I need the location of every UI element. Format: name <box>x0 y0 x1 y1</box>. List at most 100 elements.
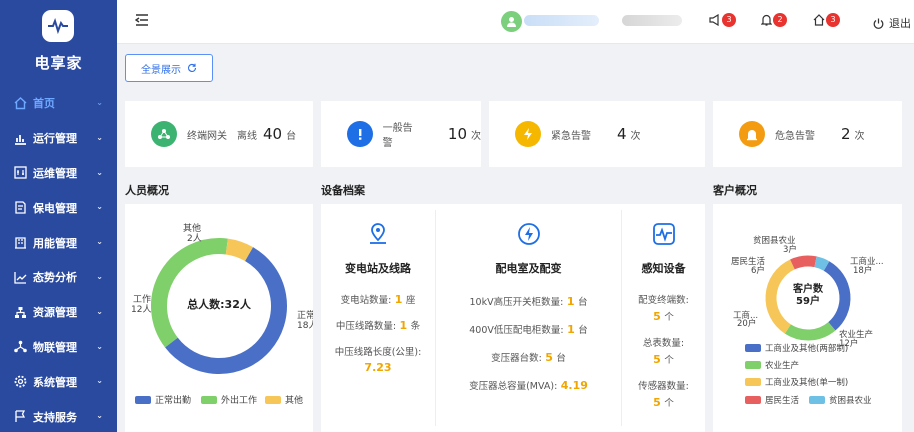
home-alert-button[interactable]: 3 <box>813 13 840 27</box>
chevron-down-icon: ⌄ <box>96 411 103 421</box>
device-row: 传感器数量: 5 个 <box>622 378 705 409</box>
home-alert-badge: 3 <box>826 13 840 27</box>
sidebar-item-label: 资源管理 <box>33 306 77 320</box>
chevron-down-icon: ⌄ <box>96 271 103 281</box>
chevron-down-icon: ⌄ <box>96 341 103 351</box>
alarm-light-icon <box>739 121 765 147</box>
sidebar-item-1[interactable]: 运行管理 ⌄ <box>0 121 117 156</box>
logout-button[interactable]: 退出 <box>873 15 911 31</box>
network-icon <box>14 340 27 353</box>
sidebar-item-3[interactable]: 保电管理 ⌄ <box>0 190 117 225</box>
device-row-label: 传感器数量: <box>638 381 689 392</box>
legend-label[interactable]: 其他 <box>285 394 303 406</box>
device-row-value: 5 <box>653 353 661 366</box>
legend-label[interactable]: 外出工作 <box>221 394 257 406</box>
legend-swatch <box>745 361 761 369</box>
legend-swatch <box>745 344 761 352</box>
gateway-icon <box>151 121 177 147</box>
sidebar-menu: 首页 ⌄ 运行管理 ⌄ 运维管理 ⌄ 保电管理 ⌄ 用能管理 ⌄ 态势分析 ⌄ 资源管理 ⌄ 物联管理 ⌄ 系统… <box>0 86 117 432</box>
distribution-title: 配电室及配变 <box>495 262 562 275</box>
personnel-slice-2[interactable] <box>225 238 253 262</box>
home-icon <box>14 96 27 110</box>
stat-card-3[interactable]: 危急告警 2 次 <box>713 101 902 167</box>
device-row: 10kV高压开关柜数量: 1 台 <box>436 294 621 308</box>
pulse-icon <box>622 222 705 248</box>
legend-label[interactable]: 农业生产 <box>765 360 799 371</box>
device-row-unit: 台 <box>578 325 588 336</box>
stat-unit: 次 <box>471 130 481 142</box>
legend-swatch <box>745 396 761 404</box>
personnel-slice-1[interactable] <box>151 238 228 348</box>
legend-swatch <box>809 396 825 404</box>
power-bolt-icon <box>436 222 621 248</box>
avatar[interactable] <box>501 11 522 32</box>
stat-card-0[interactable]: 终端网关 离线 40 台 <box>125 101 313 167</box>
device-row-unit: 个 <box>664 355 674 366</box>
device-row-unit: 台 <box>577 297 588 308</box>
substation-column: 变电站及线路 变电站数量: 1 座中压线路数量: 1 条中压线路长度(公里): 7… <box>321 204 435 432</box>
sidebar-item-label: 运维管理 <box>33 166 77 180</box>
document-icon <box>14 201 27 214</box>
sidebar-item-9[interactable]: 支持服务 ⌄ <box>0 399 117 432</box>
legend-label[interactable]: 正常出勤 <box>155 394 191 406</box>
customer-slice-4[interactable] <box>814 256 830 271</box>
chevron-down-icon: ⌄ <box>96 202 103 212</box>
device-row-value: 7.23 <box>364 361 392 374</box>
sidebar: 电享家 首页 ⌄ 运行管理 ⌄ 运维管理 ⌄ 保电管理 ⌄ 用能管理 ⌄ 态势分析 ⌄ 资源管理 ⌄ 物联管… <box>0 0 117 432</box>
username-blurred <box>524 15 599 26</box>
device-row-value: 5 <box>545 351 553 364</box>
personnel-total: 总人数:32人 <box>187 297 252 311</box>
device-row-label: 变压器总容量(MVA): <box>469 381 558 392</box>
substation-title: 变电站及线路 <box>345 262 411 275</box>
personnel-donut-chart: 总人数:32人 正常 18人 工作 12人 其他 2人 正常出勤 外出工作 其他 <box>131 222 317 406</box>
device-row-label: 中压线路长度(公里): <box>334 347 422 358</box>
customer-slice-3[interactable] <box>790 255 817 270</box>
legend-label[interactable]: 工商业及其他(两部制) <box>765 343 848 354</box>
sidebar-item-7[interactable]: 物联管理 ⌄ <box>0 330 117 365</box>
device-row: 中压线路数量: 1 条 <box>321 318 435 332</box>
bell-icon <box>761 14 772 26</box>
personnel-label-normal-value: 18人 <box>297 320 313 331</box>
chevron-down-icon: ⌄ <box>96 132 103 142</box>
notification-button[interactable]: 2 <box>761 13 787 27</box>
house-icon <box>813 14 825 26</box>
sidebar-item-6[interactable]: 资源管理 ⌄ <box>0 295 117 330</box>
megaphone-icon <box>709 14 719 26</box>
legend-label[interactable]: 贫困县农业 <box>829 395 872 406</box>
stat-unit: 次 <box>854 130 865 142</box>
menu-collapse-icon[interactable] <box>135 14 149 26</box>
sidebar-item-label: 系统管理 <box>33 375 77 389</box>
sidebar-item-label: 物联管理 <box>33 340 77 354</box>
legend-label[interactable]: 工商业及其他(单一制) <box>765 377 848 388</box>
customer-label-business1-value: 20户 <box>737 318 756 329</box>
customer-slice-0[interactable] <box>823 261 851 331</box>
sidebar-item-0[interactable]: 首页 ⌄ <box>0 86 117 121</box>
sidebar-item-5[interactable]: 态势分析 ⌄ <box>0 260 117 295</box>
org-blurred <box>622 15 682 26</box>
device-row-value: 1 <box>394 293 403 306</box>
sidebar-item-8[interactable]: 系统管理 ⌄ <box>0 364 117 399</box>
panorama-button[interactable]: 全景展示 <box>125 54 213 82</box>
device-row-label: 变压器台数: <box>491 353 542 364</box>
sidebar-item-label: 支持服务 <box>33 410 77 424</box>
flag-icon <box>14 410 27 423</box>
building-icon <box>14 236 27 249</box>
stat-card-1[interactable]: 一般告警 10 次 <box>321 101 481 167</box>
sidebar-item-2[interactable]: 运维管理 ⌄ <box>0 156 117 191</box>
power-icon <box>873 18 884 29</box>
topbar: 3 2 3 退出 <box>117 0 914 44</box>
panorama-label: 全景展示 <box>141 64 181 76</box>
stat-card-2[interactable]: 紧急告警 4 次 <box>489 101 705 167</box>
stat-value: 4 <box>617 125 627 143</box>
announcement-button[interactable]: 3 <box>709 13 736 27</box>
device-row: 配变终端数: 5 个 <box>622 292 705 323</box>
chevron-down-icon: ⌄ <box>96 98 103 107</box>
device-row-value: 5 <box>653 310 661 323</box>
customer-slice-1[interactable] <box>784 321 836 341</box>
legend-label[interactable]: 居民生活 <box>765 395 800 406</box>
device-row-label: 配变终端数: <box>638 295 689 306</box>
sidebar-item-4[interactable]: 用能管理 ⌄ <box>0 225 117 260</box>
customer-slice-2[interactable] <box>765 259 795 334</box>
customer-label-poor-value: 3户 <box>783 244 797 255</box>
app-name: 电享家 <box>34 54 83 72</box>
